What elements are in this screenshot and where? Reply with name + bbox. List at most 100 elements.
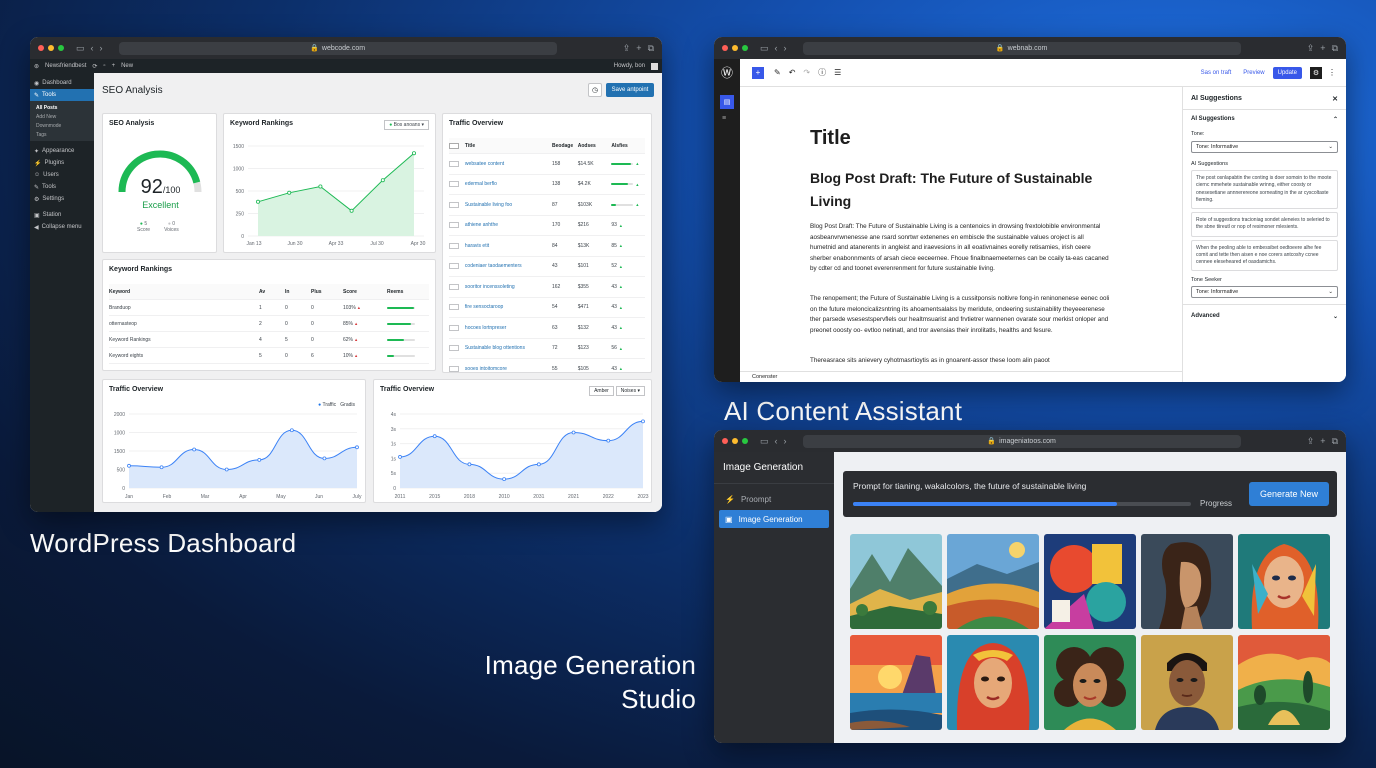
plus-icon[interactable]: + — [112, 63, 116, 69]
maximize-dot[interactable] — [742, 438, 748, 444]
admin-howdy[interactable]: Howdy, bon — [614, 63, 645, 69]
checkbox[interactable] — [449, 283, 459, 290]
sidebar-toggle-icon[interactable]: ▭ — [760, 43, 769, 53]
share-icon[interactable]: ⇪ — [623, 43, 631, 53]
suggestion-card[interactable]: Rote of suggestions tracioniag sondet al… — [1191, 212, 1338, 237]
minimize-dot[interactable] — [732, 45, 738, 51]
settings-icon[interactable]: ⚙ — [1310, 66, 1322, 79]
column-header[interactable]: In — [285, 289, 311, 295]
forward-icon[interactable]: › — [784, 43, 787, 53]
info-icon[interactable]: ⓘ — [818, 67, 826, 78]
row-title[interactable]: sooritor incenssoleting — [465, 284, 552, 290]
column-header[interactable]: Plus — [311, 289, 343, 295]
footer-breadcrumb[interactable]: Conenster — [752, 374, 777, 380]
row-title[interactable]: athiene anhthe — [465, 222, 552, 228]
add-block-icon[interactable]: + — [752, 66, 764, 79]
close-dot[interactable] — [722, 45, 728, 51]
sidebar-item-settings[interactable]: ⚙ Settings — [30, 193, 94, 205]
submenu-item[interactable]: Tags — [30, 130, 94, 139]
back-icon[interactable]: ‹ — [775, 43, 778, 53]
generated-image-portrait-man[interactable] — [1141, 635, 1233, 730]
submenu-item[interactable]: All Posts — [30, 103, 94, 112]
traffic-2-ctl-a[interactable]: Amber — [589, 386, 614, 396]
undo-icon[interactable]: ↶ — [789, 68, 796, 77]
checkbox[interactable] — [449, 263, 459, 270]
generate-new-button[interactable]: Generate New — [1249, 482, 1329, 506]
minimize-dot[interactable] — [48, 45, 54, 51]
new-tab-icon[interactable]: + — [1320, 436, 1325, 446]
table-row[interactable]: Keyword eights 5 0 6 10% ▲ — [109, 348, 429, 364]
pen-icon[interactable]: ✎ — [774, 68, 781, 77]
table-row[interactable]: sooes intoitomcore 55 $105 43 ▲ — [449, 359, 645, 380]
sidebar-item-tools[interactable]: ✎ Tools — [30, 89, 94, 101]
sidebar-toggle-icon[interactable]: ▭ — [76, 43, 85, 53]
share-icon[interactable]: ⇪ — [1307, 43, 1315, 53]
column-header[interactable]: Alsfies — [611, 143, 645, 149]
table-row[interactable]: athiene anhthe 170 $216 93 ▲ — [449, 216, 645, 236]
forward-icon[interactable]: › — [100, 43, 103, 53]
checkbox[interactable] — [449, 324, 459, 331]
admin-new[interactable]: New — [121, 63, 133, 69]
row-title[interactable]: hocoes lortnpreser — [465, 325, 552, 331]
row-title[interactable]: codeniaer taodaementers — [465, 263, 552, 269]
address-bar[interactable]: 🔒 imageniatoos.com — [802, 434, 1241, 448]
checkbox[interactable] — [449, 160, 459, 167]
table-row[interactable]: hocoes lortnpreser 63 $132 43 ▲ — [449, 318, 645, 339]
generated-image-portrait-woman-curls[interactable] — [1044, 635, 1136, 730]
suggestion-card[interactable]: When the peoling able to embessibet oedt… — [1191, 239, 1338, 272]
close-dot[interactable] — [38, 45, 44, 51]
preview-button[interactable]: Preview — [1243, 70, 1264, 76]
row-title[interactable]: sooes intoitomcore — [465, 366, 552, 372]
row-title[interactable]: Sustainable blog ottentions — [465, 345, 552, 351]
tone-seeker-select[interactable]: Tone: Informative ⌄ — [1191, 286, 1338, 299]
table-row[interactable]: codeniaer taodaementers 43 $101 52 ▲ — [449, 257, 645, 277]
tabs-icon[interactable]: ⧉ — [1332, 436, 1338, 446]
nav-item-proompt[interactable]: ⚡ Proompt — [719, 490, 829, 508]
sidebar-item-station[interactable]: ▣ Station — [30, 209, 94, 221]
paragraph-2[interactable]: The renopement; the Future of Sustainabl… — [810, 294, 1110, 336]
row-title[interactable]: fire sensoctaroop — [465, 304, 552, 310]
row-title[interactable]: websatee content — [465, 161, 552, 167]
table-row[interactable]: Keyword Rankings 4 5 0 62% ▲ — [109, 332, 429, 348]
comments-icon[interactable]: ▫ — [103, 63, 105, 69]
checkbox[interactable] — [449, 345, 459, 352]
chevron-up-icon[interactable]: ⌃ — [1333, 116, 1338, 123]
table-row[interactable]: haravis etit 84 $13K 85 ▲ — [449, 236, 645, 257]
column-header[interactable]: Title — [465, 143, 552, 149]
refresh-icon[interactable]: ⟳ — [92, 63, 97, 70]
checkbox[interactable] — [449, 142, 459, 149]
sidebar-item-collapse-menu[interactable]: ◀ Collapse menu — [30, 221, 94, 233]
submenu-item[interactable]: Downmode — [30, 121, 94, 130]
sidebar-item-plugins[interactable]: ⚡ Plugins — [30, 157, 94, 169]
table-row[interactable]: otternasteop 2 0 0 85% ▲ — [109, 316, 429, 332]
table-row[interactable]: edermal berflo 138 $4.2K ▲ — [449, 175, 645, 195]
suggestion-card[interactable]: The post osnlapabtin the conting is doer… — [1191, 170, 1338, 209]
close-dot[interactable] — [722, 438, 728, 444]
row-title[interactable]: haravis etit — [465, 243, 552, 249]
paragraph-3[interactable]: Thereasrace sits anievery cyhotmasrtioyt… — [810, 356, 1110, 368]
list-view-icon[interactable]: ☰ — [834, 68, 841, 77]
checkbox[interactable] — [449, 365, 459, 372]
sidebar-toggle-icon[interactable]: ▭ — [760, 436, 769, 446]
doc-title[interactable]: Title — [810, 127, 851, 150]
wp-logo-icon[interactable]: Ⓦ — [714, 58, 740, 87]
document-icon[interactable]: ▤ — [720, 95, 734, 109]
redo-icon[interactable]: ↷ — [803, 68, 810, 77]
checkbox[interactable] — [449, 242, 459, 249]
save-button[interactable]: Save antpoint — [606, 83, 654, 97]
post-heading[interactable]: Blog Post Draft: The Future of Sustainab… — [810, 167, 1110, 213]
nav-item-image-generation[interactable]: ▣ Image Generation — [719, 510, 829, 528]
close-icon[interactable]: ✕ — [1332, 95, 1338, 103]
more-options-icon[interactable]: ⋮ — [1328, 68, 1336, 77]
generated-image-landscape-hills-trees[interactable] — [1238, 635, 1330, 730]
address-bar[interactable]: 🔒 webcode.com — [118, 41, 557, 55]
generated-image-sunset-coast[interactable] — [850, 635, 942, 730]
column-header[interactable]: Score — [343, 289, 387, 295]
table-row[interactable]: Sustainable living foo 87 $103K ▲ — [449, 195, 645, 216]
back-icon[interactable]: ‹ — [775, 436, 778, 446]
generated-image-abstract-shapes[interactable] — [1044, 534, 1136, 629]
table-row[interactable]: sooritor incenssoleting 162 $355 43 ▲ — [449, 277, 645, 298]
paragraph-1[interactable]: Blog Post Draft: The Future of Sustainab… — [810, 222, 1110, 275]
generated-image-landscape-mountains[interactable] — [850, 534, 942, 629]
editor-canvas[interactable]: Title Blog Post Draft: The Future of Sus… — [740, 87, 1182, 382]
